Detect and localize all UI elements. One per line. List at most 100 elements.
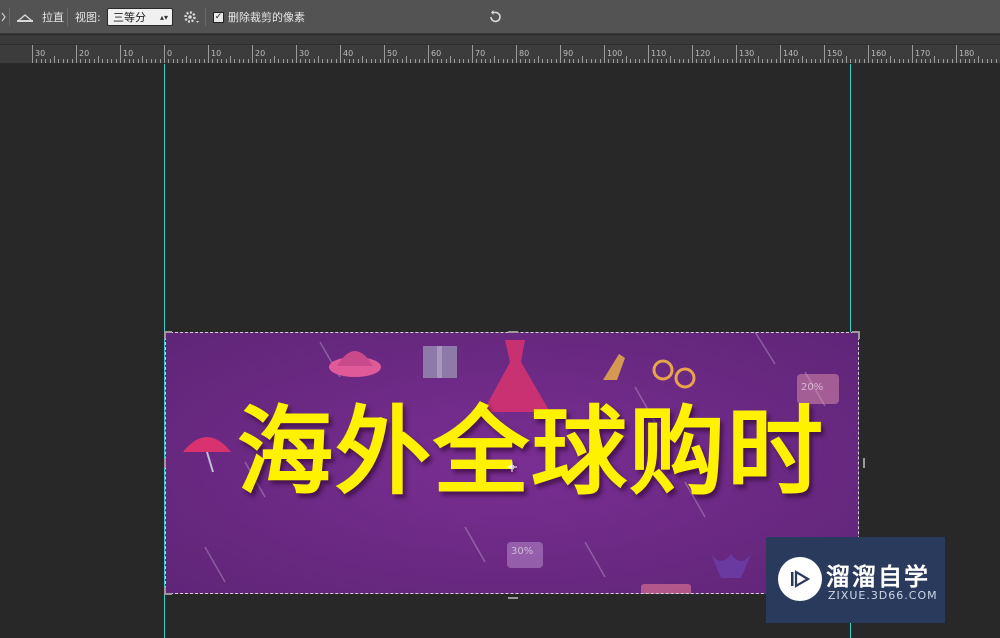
view-select-value: 三等分 [113, 11, 146, 24]
reset-button[interactable] [487, 0, 503, 34]
ruler-tick-label: 120 [695, 49, 711, 58]
ruler-minor-tick [247, 59, 249, 63]
ruler-tick-label: 20 [255, 49, 266, 58]
ruler-tick-label: 140 [783, 49, 799, 58]
ruler-minor-tick [788, 59, 790, 63]
play-logo-icon [778, 557, 822, 601]
ruler-minor-tick [753, 59, 755, 63]
crop-handle-right-middle[interactable] [857, 458, 865, 468]
options-bar: 拉直 视图: 三等分 ▴▾ ✓ 删除裁剪的像素 [0, 0, 1000, 34]
ruler-major-tick [252, 45, 253, 63]
ruler-minor-tick [656, 59, 658, 63]
ruler-minor-tick [775, 59, 777, 63]
ruler-minor-tick [476, 59, 478, 63]
ruler-minor-tick [934, 56, 935, 63]
ruler-minor-tick [36, 59, 38, 63]
ruler-minor-tick [353, 59, 355, 63]
ruler-major-tick [956, 45, 957, 63]
ruler-minor-tick [859, 59, 861, 63]
ruler-minor-tick [274, 56, 275, 63]
ruler-tick-label: 160 [871, 49, 887, 58]
ruler-tick-label: 10 [123, 49, 134, 58]
tool-arrow-icon[interactable] [0, 0, 8, 34]
ruler-major-tick [76, 45, 77, 63]
ruler-minor-tick [498, 59, 500, 63]
ruler-minor-tick [920, 59, 922, 63]
crop-handle-bottom-middle[interactable] [508, 591, 518, 599]
ruler-minor-tick [907, 59, 909, 63]
ruler-minor-tick [793, 59, 795, 63]
ruler-minor-tick [234, 59, 236, 63]
ruler-minor-tick [850, 59, 852, 63]
crop-handle-top-left[interactable] [164, 331, 172, 339]
ruler-minor-tick [652, 59, 654, 63]
ruler-minor-tick [709, 59, 711, 63]
ruler-minor-tick [986, 59, 988, 63]
settings-gear-button[interactable] [182, 0, 200, 34]
ruler-major-tick [516, 45, 517, 63]
ruler-minor-tick [898, 59, 900, 63]
crop-handle-top-middle[interactable] [508, 331, 518, 339]
ruler-minor-tick [854, 59, 856, 63]
watermark-url: ZIXUE.3D66.COM [828, 589, 938, 602]
ruler-minor-tick [890, 56, 891, 63]
ruler-minor-tick [58, 59, 60, 63]
ruler-minor-tick [630, 59, 632, 63]
ruler-minor-tick [454, 59, 456, 63]
ruler-minor-tick [287, 59, 289, 63]
ruler-minor-tick [318, 56, 319, 63]
crop-handle-top-right[interactable] [852, 331, 860, 339]
ruler-minor-tick [445, 59, 447, 63]
ruler-minor-tick [106, 59, 108, 63]
ruler-minor-tick [230, 56, 231, 63]
ruler-minor-tick [766, 59, 768, 63]
banner-image[interactable]: 20% 30% 海外全球购时 [165, 332, 859, 594]
ruler-minor-tick [190, 59, 192, 63]
ruler-minor-tick [727, 59, 729, 63]
delete-cropped-pixels-option[interactable]: ✓ 删除裁剪的像素 [213, 0, 305, 34]
select-arrows-icon: ▴▾ [159, 12, 168, 22]
ruler-major-tick [384, 45, 385, 63]
ruler-minor-tick [551, 59, 553, 63]
ruler-minor-tick [546, 59, 548, 63]
straighten-button[interactable]: 拉直 [16, 0, 64, 34]
ruler-minor-tick [507, 59, 509, 63]
ruler-minor-tick [612, 59, 614, 63]
ruler-minor-tick [762, 59, 764, 63]
ruler-minor-tick [357, 59, 359, 63]
ruler-tick-label: 170 [915, 49, 931, 58]
ruler-tick-label: 40 [343, 49, 354, 58]
ruler-minor-tick [128, 59, 130, 63]
ruler-tick-label: 110 [651, 49, 667, 58]
ruler-tick-label: 20 [79, 49, 90, 58]
ruler-minor-tick [410, 59, 412, 63]
ruler-minor-tick [406, 56, 407, 63]
ruler-minor-tick [423, 59, 425, 63]
ruler-major-tick [296, 45, 297, 63]
ruler-minor-tick [392, 59, 394, 63]
crop-center-icon[interactable] [507, 457, 517, 472]
ruler-minor-tick [133, 59, 135, 63]
straighten-icon [16, 10, 34, 24]
ruler-minor-tick [670, 56, 671, 63]
crop-handle-bottom-left[interactable] [164, 587, 172, 595]
ruler-minor-tick [98, 56, 99, 63]
ruler-minor-tick [71, 59, 73, 63]
view-overlay-select[interactable]: 三等分 ▴▾ [107, 8, 173, 26]
ruler-major-tick [560, 45, 561, 63]
ruler-minor-tick [291, 59, 293, 63]
crop-handle-left-middle[interactable] [164, 458, 172, 468]
ruler-minor-tick [542, 59, 544, 63]
ruler-minor-tick [951, 59, 953, 63]
ruler-major-tick [164, 45, 165, 63]
ruler-major-tick [120, 45, 121, 63]
delete-cropped-checkbox[interactable]: ✓ [213, 11, 224, 23]
ruler-minor-tick [115, 59, 117, 63]
ruler-minor-tick [463, 59, 465, 63]
ruler-minor-tick [80, 59, 82, 63]
ruler-minor-tick [221, 59, 223, 63]
ruler-minor-tick [265, 59, 267, 63]
ruler-minor-tick [568, 59, 570, 63]
ruler-minor-tick [621, 59, 623, 63]
view-label: 视图: [75, 11, 101, 24]
